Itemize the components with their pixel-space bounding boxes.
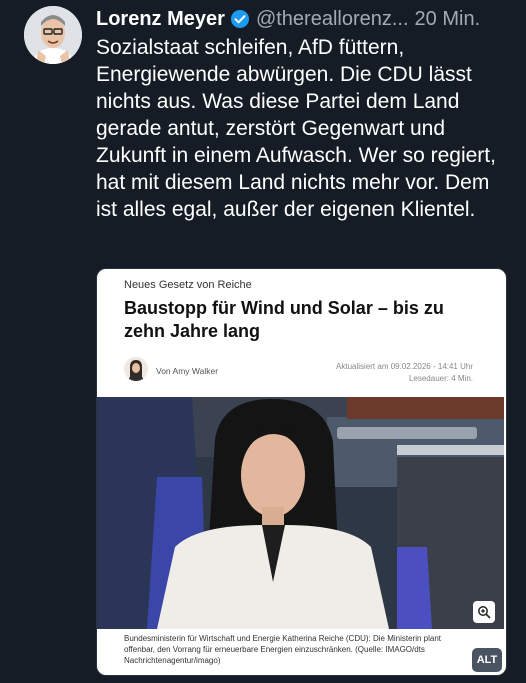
alt-text-button[interactable]: ALT [472,648,502,672]
author-avatar[interactable] [24,6,82,64]
article-kicker: Neues Gesetz von Reiche [124,279,252,291]
post-text: Sozialstaat schleifen, AfD füttern, Ener… [96,36,496,221]
author-name[interactable]: Lorenz Meyer [96,8,225,31]
article-updated: Aktualisiert am 09.02.2026 - 14:41 Uhr [336,362,473,371]
link-preview-card[interactable]: Neues Gesetz von Reiche Baustopp für Win… [96,268,507,676]
article-headline[interactable]: Baustopp für Wind und Solar – bis zu zeh… [124,297,484,343]
article-reading-time: Lesedauer: 4 Min. [408,374,473,383]
verified-badge-icon [230,9,250,29]
byline-avatar [124,357,148,381]
article-photo[interactable] [97,397,504,629]
post-timestamp[interactable]: 20 Min. [415,8,481,31]
photo-caption: Bundesministerin für Wirtschaft und Ener… [124,634,442,665]
article-meta: Aktualisiert am 09.02.2026 - 14:41 Uhr L… [336,361,473,385]
author-handle[interactable]: @thereallorenz... [256,8,409,31]
article-byline: Von Amy Walker [156,366,219,376]
zoom-in-icon[interactable] [473,601,495,623]
post-header: Lorenz Meyer @thereallorenz... 20 Min. [96,6,516,32]
